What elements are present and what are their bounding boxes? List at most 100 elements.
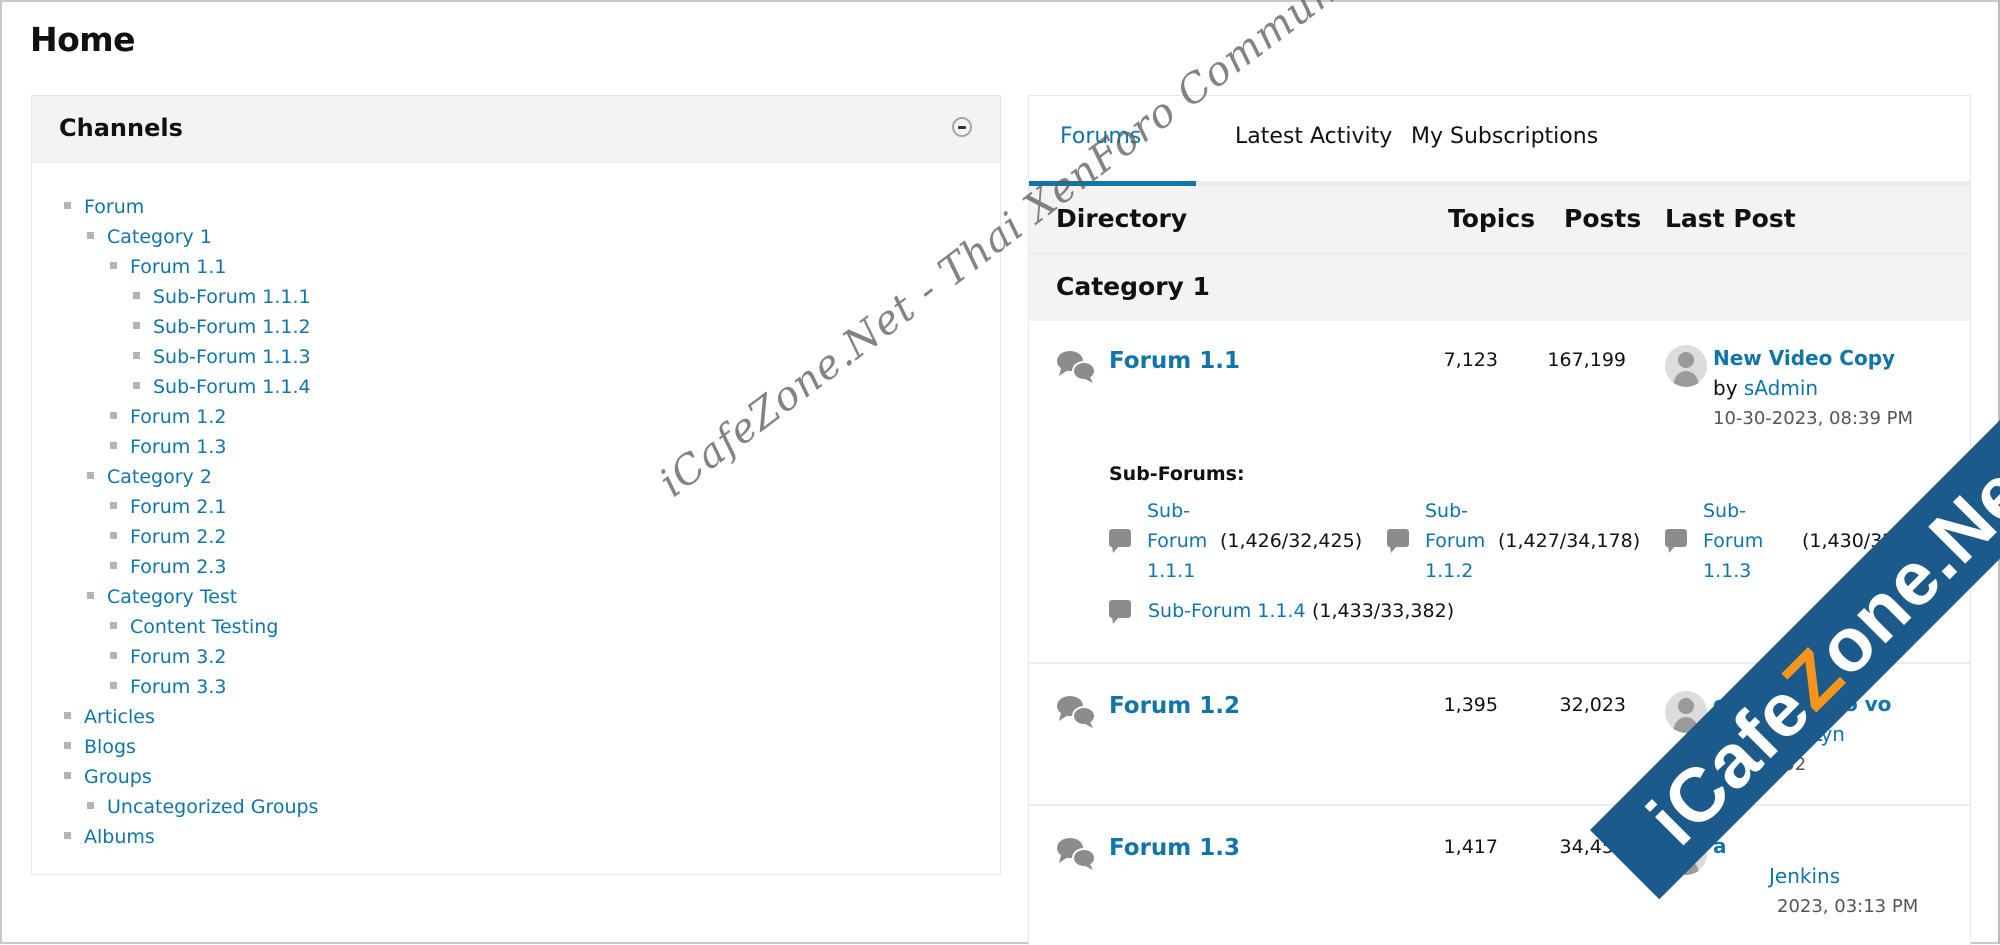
channel-link[interactable]: Forum 1.3 bbox=[130, 436, 227, 458]
channel-link[interactable]: Sub-Forum 1.1.1 bbox=[153, 286, 311, 308]
channel-tree-item: Forum 2.2 bbox=[110, 522, 227, 552]
square-bullet-icon bbox=[64, 772, 71, 779]
square-bullet-icon bbox=[110, 502, 117, 509]
channel-link[interactable]: Forum 2.1 bbox=[130, 496, 227, 518]
forum-link[interactable]: Forum 1.2 bbox=[1109, 693, 1240, 719]
channel-link[interactable]: Forum 2.3 bbox=[130, 556, 227, 578]
channel-tree-item: Category 2 bbox=[87, 462, 212, 492]
channel-link[interactable]: Forum 1.2 bbox=[130, 406, 227, 428]
channel-link[interactable]: Forum 3.2 bbox=[130, 646, 227, 668]
user-silhouette-icon bbox=[1673, 698, 1699, 733]
forum-link[interactable]: Forum 1.3 bbox=[1109, 835, 1240, 861]
channel-tree-item: Forum 3.3 bbox=[110, 672, 227, 702]
sub-forum-count: (1,433/33,382) bbox=[1312, 600, 1455, 622]
sub-forum-link[interactable]: Sub-Forum 1.1.4 bbox=[1148, 596, 1306, 626]
avatar[interactable] bbox=[1665, 691, 1707, 733]
square-bullet-icon bbox=[87, 592, 94, 599]
forum-topics-count: 1,417 bbox=[1443, 836, 1498, 858]
channel-tree-item: Sub-Forum 1.1.1 bbox=[133, 282, 311, 312]
square-bullet-icon bbox=[64, 202, 71, 209]
sub-forum-icon bbox=[1109, 529, 1131, 553]
forum-posts-count: 32,023 bbox=[1559, 694, 1626, 716]
minus-circle-icon bbox=[958, 126, 966, 129]
channel-link[interactable]: Sub-Forum 1.1.2 bbox=[153, 316, 311, 338]
sub-forum-link[interactable]: Sub- Forum 1.1.1 bbox=[1147, 496, 1207, 586]
channel-link[interactable]: Articles bbox=[84, 706, 155, 728]
channel-link[interactable]: Sub-Forum 1.1.3 bbox=[153, 346, 311, 368]
channel-link[interactable]: Groups bbox=[84, 766, 152, 788]
channel-link[interactable]: Category Test bbox=[107, 586, 237, 608]
channel-tree-item: Content Testing bbox=[110, 612, 278, 642]
channel-tree-item: Sub-Forum 1.1.2 bbox=[133, 312, 311, 342]
avatar[interactable] bbox=[1665, 345, 1707, 387]
forum-link[interactable]: Forum 1.1 bbox=[1109, 348, 1240, 374]
forum-chat-icon bbox=[1057, 351, 1096, 383]
sub-forum-count: (1,427/34,178) bbox=[1498, 530, 1641, 552]
channels-panel: Channels Forum Category 1 Forum 1.1 Sub-For… bbox=[31, 95, 1001, 875]
square-bullet-icon bbox=[110, 562, 117, 569]
last-post-author: Jenkins bbox=[1769, 864, 1840, 888]
column-last-post: Last Post bbox=[1665, 204, 1796, 233]
channel-tree-item: Albums bbox=[64, 822, 155, 852]
square-bullet-icon bbox=[64, 712, 71, 719]
sub-forum-link[interactable]: Sub- Forum 1.1.3 bbox=[1703, 496, 1763, 586]
channel-link[interactable]: Uncategorized Groups bbox=[107, 796, 318, 818]
channel-tree-item: Category Test bbox=[87, 582, 237, 612]
by-label: by bbox=[1713, 376, 1738, 400]
collapse-channels-button[interactable] bbox=[952, 117, 972, 137]
author-link[interactable]: sAdmin bbox=[1744, 376, 1818, 400]
sub-forum-item: Sub- Forum 1.1.2 (1,427/34,178) bbox=[1387, 496, 1647, 588]
channel-link[interactable]: Forum 3.3 bbox=[130, 676, 227, 698]
last-post-title[interactable]: a bbox=[1713, 834, 1727, 858]
channel-link[interactable]: Category 1 bbox=[107, 226, 212, 248]
channel-link[interactable]: Forum 1.1 bbox=[130, 256, 227, 278]
channel-link[interactable]: Category 2 bbox=[107, 466, 212, 488]
channel-link[interactable]: Forum bbox=[84, 196, 144, 218]
channel-tree-item: Articles bbox=[64, 702, 155, 732]
tab-bar: Forums Latest Activity My Subscriptions bbox=[1029, 96, 1970, 186]
forum-posts-count: 167,199 bbox=[1547, 349, 1626, 371]
category-title[interactable]: Category 1 bbox=[1056, 272, 1210, 301]
author-link[interactable]: Alexie Lyn bbox=[1744, 722, 1845, 746]
sub-forum-item: Sub- Forum 1.1.1 (1,426/32,425) bbox=[1109, 496, 1369, 588]
last-post-author: by sAdmin bbox=[1713, 376, 1818, 400]
channel-link[interactable]: Forum 2.2 bbox=[130, 526, 227, 548]
channel-tree-item: Uncategorized Groups bbox=[87, 792, 318, 822]
last-post-title[interactable]: et architecto vo bbox=[1713, 692, 1891, 716]
sub-forum-link[interactable]: Sub- Forum 1.1.2 bbox=[1425, 496, 1485, 586]
square-bullet-icon bbox=[133, 322, 140, 329]
channel-link[interactable]: Blogs bbox=[84, 736, 136, 758]
avatar[interactable] bbox=[1665, 833, 1707, 875]
square-bullet-icon bbox=[110, 622, 117, 629]
last-post-title[interactable]: New Video Copy bbox=[1713, 346, 1895, 370]
tab-my-subscriptions[interactable]: My Subscriptions bbox=[1411, 124, 1598, 149]
tab-forums[interactable]: Forums bbox=[1060, 124, 1141, 149]
channel-link[interactable]: Content Testing bbox=[130, 616, 278, 638]
sub-forums-label: Sub-Forums: bbox=[1109, 463, 1245, 485]
last-post-date: 10-30-2023, 08:39 PM bbox=[1713, 408, 1914, 429]
square-bullet-icon bbox=[87, 232, 94, 239]
square-bullet-icon bbox=[133, 352, 140, 359]
channel-tree-item: Forum 1.2 bbox=[110, 402, 227, 432]
channel-link[interactable]: Albums bbox=[84, 826, 155, 848]
author-link[interactable]: Jenkins bbox=[1769, 864, 1840, 888]
forum-chat-icon bbox=[1057, 838, 1096, 870]
page-title: Home bbox=[30, 20, 136, 59]
channel-tree-item: Blogs bbox=[64, 732, 136, 762]
forum-row: Forum 1.2 1,395 32,023 et architecto vo … bbox=[1029, 664, 1970, 806]
channel-link[interactable]: Sub-Forum 1.1.4 bbox=[153, 376, 311, 398]
channel-tree-item: Forum 2.3 bbox=[110, 552, 227, 582]
square-bullet-icon bbox=[64, 832, 71, 839]
tab-latest-activity[interactable]: Latest Activity bbox=[1235, 124, 1392, 149]
last-post-date: 09-06-202 bbox=[1713, 754, 1807, 775]
sub-forum-icon bbox=[1387, 529, 1409, 553]
last-post-date: 2023, 03:13 PM bbox=[1777, 896, 1919, 917]
channel-tree-item: Forum 1.3 bbox=[110, 432, 227, 462]
last-post-author: by Alexie Lyn bbox=[1713, 722, 1845, 746]
column-topics: Topics bbox=[1448, 204, 1536, 233]
forums-panel: Forums Latest Activity My Subscriptions … bbox=[1028, 95, 1971, 945]
channel-tree-item: Sub-Forum 1.1.3 bbox=[133, 342, 311, 372]
forum-topics-count: 1,395 bbox=[1443, 694, 1498, 716]
channel-tree-item: Forum bbox=[64, 192, 144, 222]
user-silhouette-icon bbox=[1673, 352, 1699, 387]
